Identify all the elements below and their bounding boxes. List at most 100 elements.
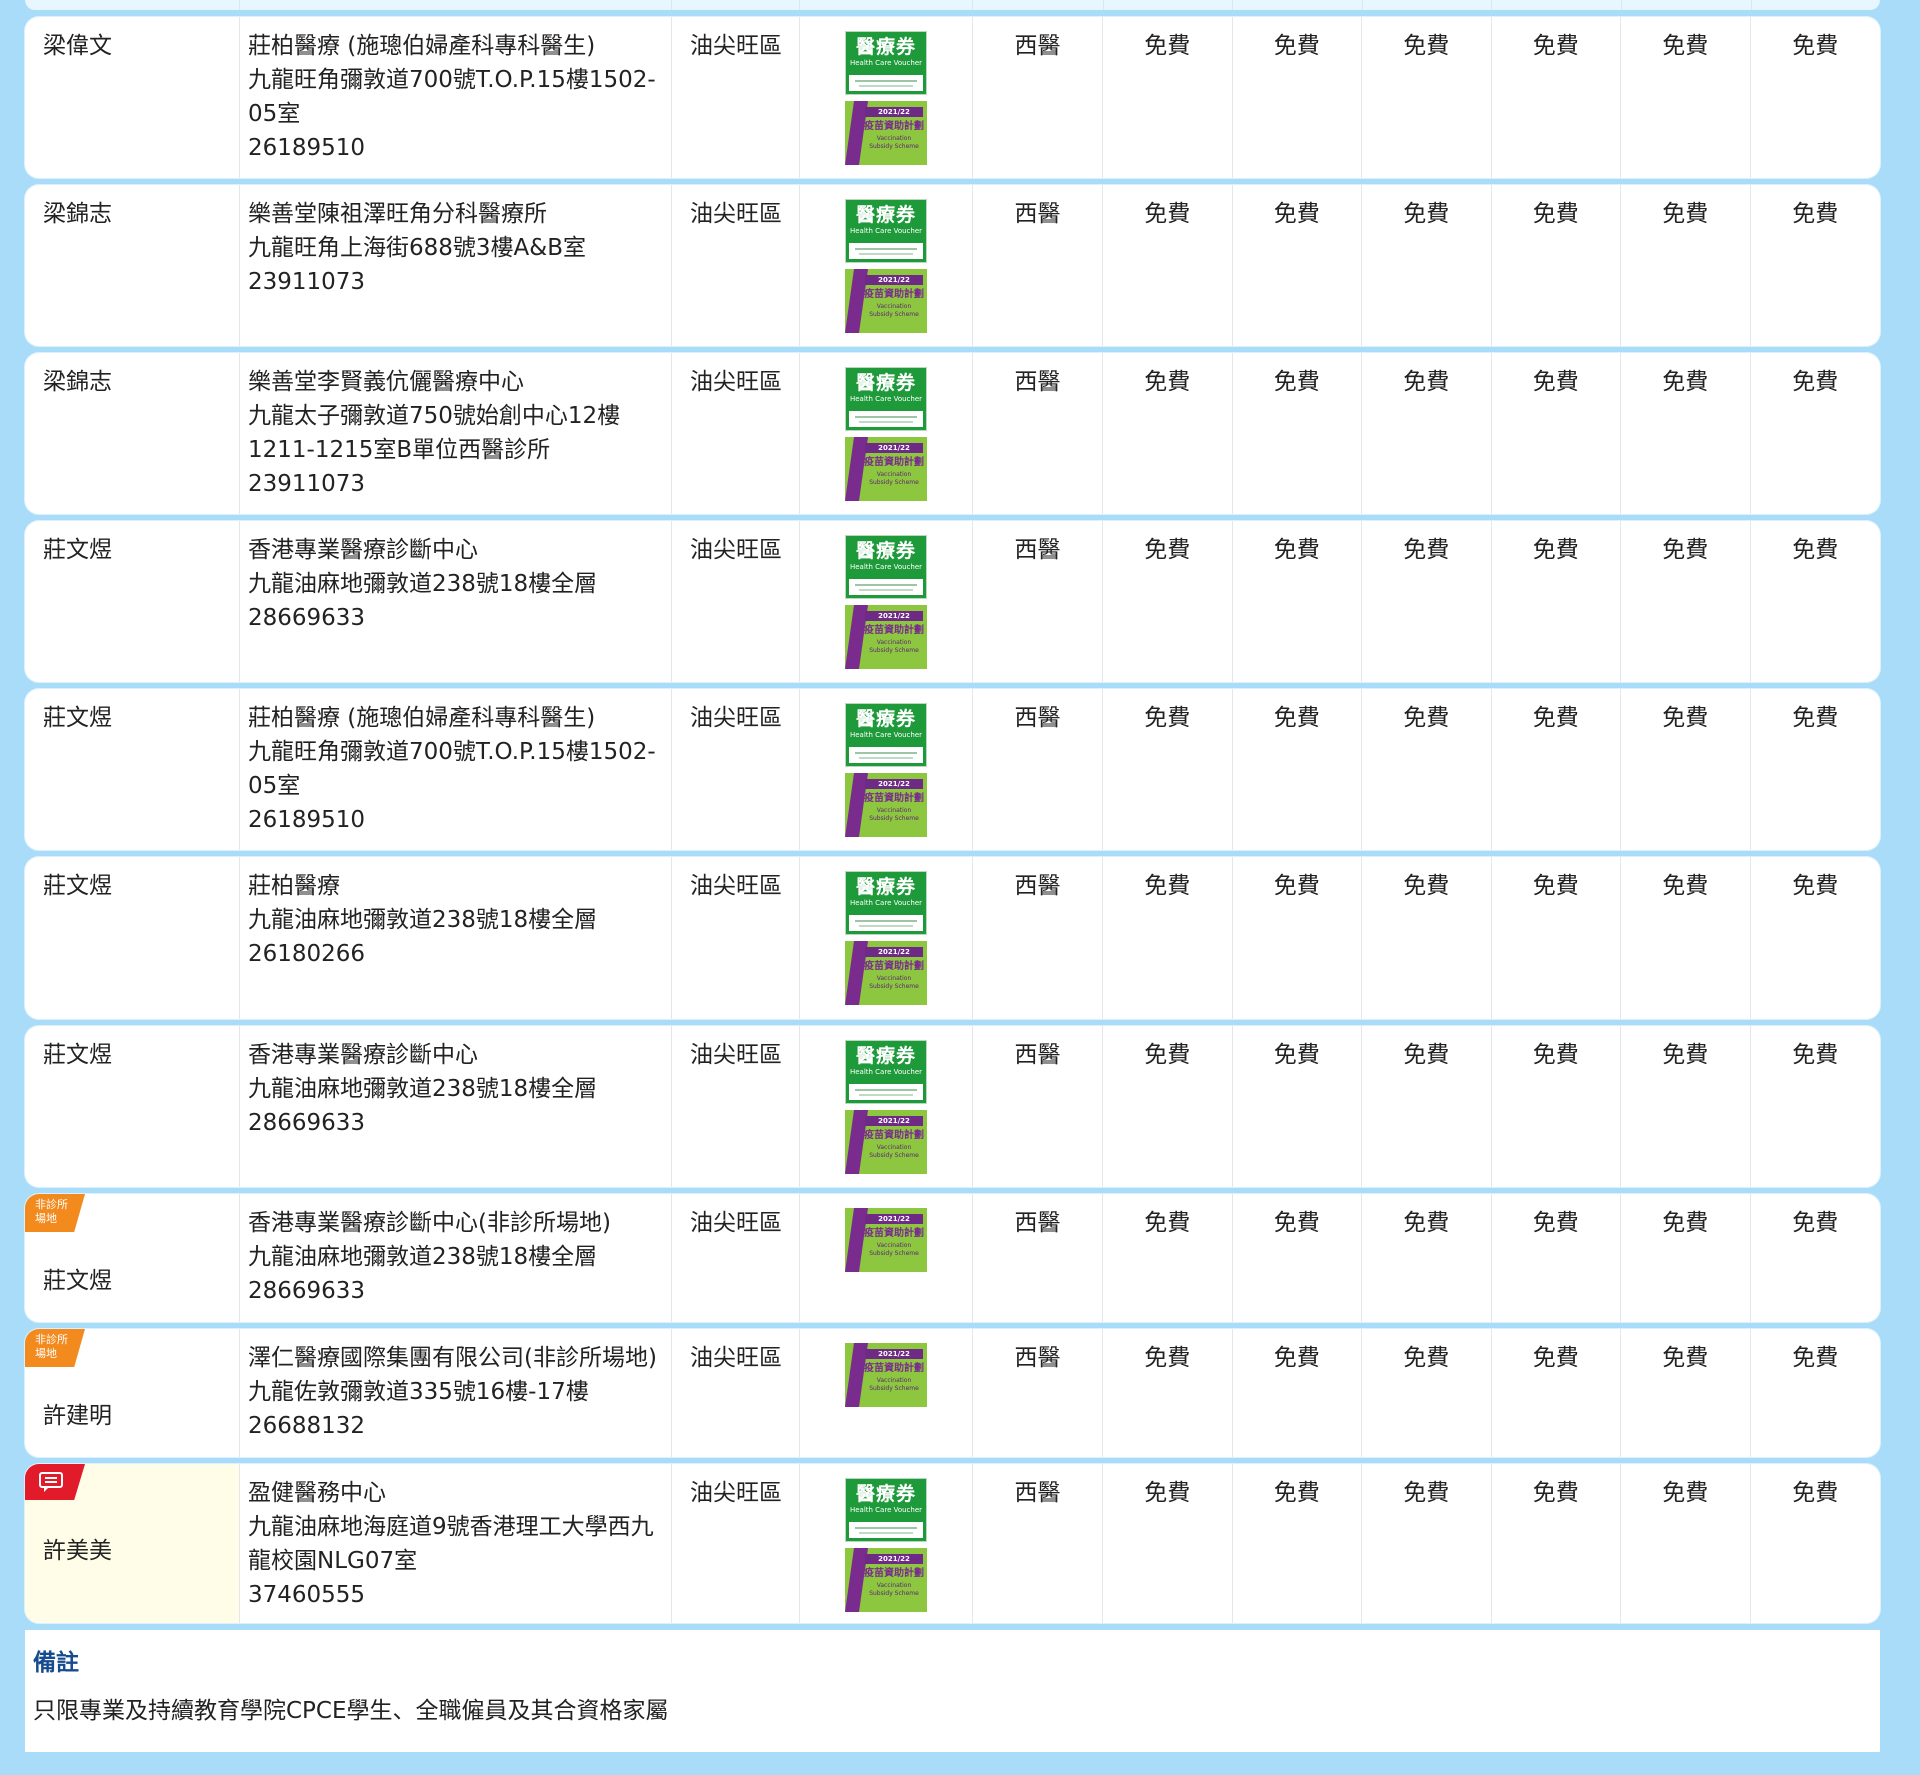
doctor-name[interactable]: 莊文煜 — [43, 533, 239, 567]
clinic-phone[interactable]: 28669633 — [248, 1106, 671, 1140]
clinic-address-line: 05室 — [248, 101, 301, 127]
clinic-address: 九龍油麻地彌敦道238號18樓全層 — [248, 1240, 671, 1274]
clinic-cell: 澤仁醫療國際集團有限公司(非診所場地) 九龍佐敦彌敦道335號16樓-17樓 2… — [240, 1329, 672, 1457]
vss-year: 2021/22 — [865, 947, 923, 957]
hcv-label-cn: 醫療券 — [855, 204, 916, 226]
hcv-label-cn: 醫療券 — [855, 36, 916, 58]
hcv-label-en: Health Care Voucher — [849, 1506, 923, 1514]
vss-year: 2021/22 — [865, 1116, 923, 1126]
vss-label-en: Vaccination Subsidy Scheme — [869, 303, 919, 318]
fee-cell: 免費 — [1621, 1026, 1751, 1187]
table-row[interactable]: 梁錦志 樂善堂李賢義伉儷醫療中心 九龍太子彌敦道750號始創中心12樓 1211-… — [25, 353, 1880, 514]
table-row[interactable]: 莊文煜 香港專業醫療診斷中心 九龍油麻地彌敦道238號18樓全層 2866963… — [25, 521, 1880, 682]
fee-cell: 免費 — [1362, 1464, 1492, 1623]
vss-year: 2021/22 — [865, 1349, 923, 1359]
table-row[interactable]: 莊文煜 莊柏醫療 (施璁伯婦產科專科醫生) 九龍旺角彌敦道700號T.O.P.1… — [25, 689, 1880, 850]
health-care-voucher-icon: 醫療券 Health Care Voucher — [845, 1040, 927, 1104]
doctor-name[interactable]: 莊文煜 — [43, 701, 239, 735]
table-row[interactable]: 莊文煜 香港專業醫療診斷中心 九龍油麻地彌敦道238號18樓全層 2866963… — [25, 1026, 1880, 1187]
fee-cell: 免費 — [1103, 1194, 1233, 1322]
table-row[interactable]: 非診所 場地 莊文煜 香港專業醫療診斷中心(非診所場地) 九龍油麻地彌敦道238號1… — [25, 1194, 1880, 1322]
vss-label-en: Vaccination Subsidy Scheme — [869, 471, 919, 486]
hcv-label-en: Health Care Voucher — [849, 395, 923, 403]
clinic-phone[interactable]: 37460555 — [248, 1578, 671, 1612]
fee-cell: 免費 — [1362, 521, 1492, 682]
fee-cell: 免費 — [1233, 17, 1362, 178]
clinic-name[interactable]: 樂善堂陳祖澤旺角分科醫療所 — [248, 197, 671, 231]
clinic-phone[interactable]: 23911073 — [248, 467, 671, 501]
clinic-name[interactable]: 樂善堂李賢義伉儷醫療中心 — [248, 365, 671, 399]
doctor-name[interactable]: 莊文煜 — [43, 1038, 239, 1072]
clinic-address-line: 九龍油麻地彌敦道238號18樓全層 — [248, 571, 598, 597]
practice-type-cell: 西醫 — [973, 1194, 1103, 1322]
fee-cell: 免費 — [1792, 1042, 1839, 1068]
fee-cell: 免費 — [1621, 353, 1751, 514]
clinic-phone[interactable]: 26189510 — [248, 803, 671, 837]
clinic-cell: 莊柏醫療 (施璁伯婦產科專科醫生) 九龍旺角彌敦道700號T.O.P.15樓15… — [240, 17, 672, 178]
clinic-address-line: 九龍旺角上海街688號3樓A&B室 — [248, 235, 586, 261]
doctor-cell: 非診所 場地 莊文煜 — [25, 1194, 240, 1322]
clinic-name[interactable]: 莊柏醫療 (施璁伯婦產科專科醫生) — [248, 701, 671, 735]
clinic-name[interactable]: 盈健醫務中心 — [248, 1476, 671, 1510]
doctor-name[interactable]: 莊文煜 — [43, 869, 239, 903]
clinic-address: 九龍太子彌敦道750號始創中心12樓 1211-1215室B單位西醫診所 — [248, 399, 671, 467]
clinic-name[interactable]: 莊柏醫療 — [248, 869, 671, 903]
hcv-label-cn: 醫療券 — [855, 1483, 916, 1505]
fee-cell: 免費 — [1103, 857, 1233, 1019]
fee-cell: 免費 — [1492, 353, 1621, 514]
district-cell: 油尖旺區 — [672, 1026, 800, 1187]
fee-cell: 免費 — [1233, 1026, 1362, 1187]
doctor-name[interactable]: 梁偉文 — [43, 29, 239, 63]
clinic-address-line: 九龍油麻地彌敦道238號18樓全層 — [248, 1076, 598, 1102]
clinic-name[interactable]: 香港專業醫療診斷中心(非診所場地) — [248, 1206, 671, 1240]
health-care-voucher-icon: 醫療券 Health Care Voucher — [845, 871, 927, 935]
table-body: 梁偉文 莊柏醫療 (施璁伯婦產科專科醫生) 九龍旺角彌敦道700號T.O.P.1… — [25, 17, 1880, 1623]
clinic-name[interactable]: 莊柏醫療 (施璁伯婦產科專科醫生) — [248, 29, 671, 63]
practice-type-cell: 西醫 — [973, 689, 1103, 850]
doctor-name[interactable]: 梁錦志 — [43, 365, 239, 399]
fee-cell: 免費 — [1233, 1329, 1362, 1457]
hcv-label-cn: 醫療券 — [855, 708, 916, 730]
clinic-phone[interactable]: 28669633 — [248, 601, 671, 635]
fee-cell: 免費 — [1233, 1194, 1362, 1322]
table-row[interactable]: 非診所 場地 許建明 澤仁醫療國際集團有限公司(非診所場地) 九龍佐敦彌敦道335號… — [25, 1329, 1880, 1457]
vss-label-cn: 疫苗資助計劃 — [864, 1568, 924, 1579]
table-row[interactable]: 莊文煜 莊柏醫療 九龍油麻地彌敦道238號18樓全層 26180266 油尖旺區… — [25, 857, 1880, 1019]
vaccination-subsidy-scheme-icon: 2021/22 疫苗資助計劃 Vaccination Subsidy Scheme — [845, 1208, 927, 1272]
clinic-address-line: 1211-1215室B單位西醫診所 — [248, 437, 551, 463]
clinic-name[interactable]: 香港專業醫療診斷中心 — [248, 533, 671, 567]
clinic-phone[interactable]: 23911073 — [248, 265, 671, 299]
clinic-phone[interactable]: 26189510 — [248, 131, 671, 165]
doctor-cell: 非診所 場地 許建明 — [25, 1329, 240, 1457]
clinic-phone[interactable]: 26688132 — [248, 1409, 671, 1443]
fee-cell: 免費 — [1792, 873, 1839, 899]
fee-cell: 免費 — [1492, 17, 1621, 178]
doctor-name[interactable]: 梁錦志 — [43, 197, 239, 231]
practice-type-cell: 西醫 — [973, 17, 1103, 178]
practice-type-cell: 西醫 — [973, 353, 1103, 514]
fee-cell: 免費 — [1792, 33, 1839, 59]
fee-cell: 免費 — [1621, 1194, 1751, 1322]
clinic-address: 九龍油麻地彌敦道238號18樓全層 — [248, 567, 671, 601]
clinic-phone[interactable]: 26180266 — [248, 937, 671, 971]
doctor-cell: 梁錦志 — [25, 185, 240, 346]
doctor-cell: 莊文煜 — [25, 857, 240, 1019]
clinic-phone[interactable]: 28669633 — [248, 1274, 671, 1308]
fee-cell: 免費 — [1492, 1329, 1621, 1457]
table-row[interactable]: 許美美 盈健醫務中心 九龍油麻地海庭道9號香港理工大學西九 龍校園NLG07室 3… — [25, 1464, 1880, 1623]
clinic-address-line: 九龍油麻地彌敦道238號18樓全層 — [248, 1244, 598, 1270]
clinic-name[interactable]: 香港專業醫療診斷中心 — [248, 1038, 671, 1072]
fee-cell: 免費 — [1362, 689, 1492, 850]
fee-cell: 免費 — [1621, 1329, 1751, 1457]
scheme-cell: 醫療券 Health Care Voucher 2021/22 疫苗資助計劃 V… — [800, 1464, 973, 1623]
clinic-name[interactable]: 澤仁醫療國際集團有限公司(非診所場地) — [248, 1341, 671, 1375]
fee-cell: 免費 — [1362, 1026, 1492, 1187]
table-row[interactable]: 梁偉文 莊柏醫療 (施璁伯婦產科專科醫生) 九龍旺角彌敦道700號T.O.P.1… — [25, 17, 1880, 178]
vss-year: 2021/22 — [865, 275, 923, 285]
fee-cell: 免費 — [1792, 1480, 1839, 1506]
clinic-cell: 盈健醫務中心 九龍油麻地海庭道9號香港理工大學西九 龍校園NLG07室 37460… — [240, 1464, 672, 1623]
table-row[interactable]: 梁錦志 樂善堂陳祖澤旺角分科醫療所 九龍旺角上海街688號3樓A&B室 2391… — [25, 185, 1880, 346]
scheme-cell: 2021/22 疫苗資助計劃 Vaccination Subsidy Scheme — [800, 1329, 973, 1457]
clinic-cell: 莊柏醫療 九龍油麻地彌敦道238號18樓全層 26180266 — [240, 857, 672, 1019]
clinic-address-line: 龍校園NLG07室 — [248, 1548, 418, 1574]
